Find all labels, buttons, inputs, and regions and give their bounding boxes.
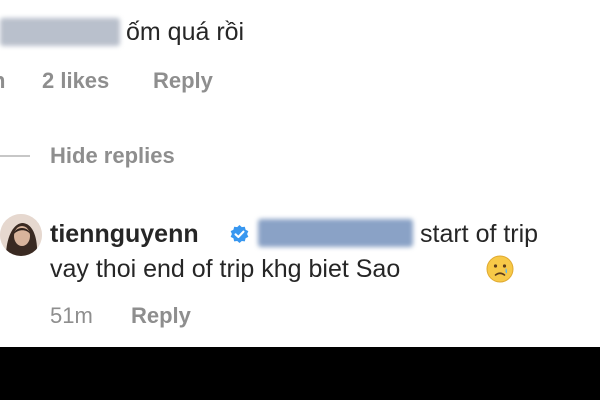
- blurred-username-mention[interactable]: [0, 18, 120, 46]
- comment-text: ốm quá rồi: [126, 18, 245, 46]
- comment-timestamp: h: [0, 68, 5, 94]
- reply-button[interactable]: Reply: [131, 303, 191, 329]
- blurred-mention-link[interactable]: [258, 219, 413, 247]
- hide-replies-button[interactable]: Hide replies: [50, 143, 175, 169]
- avatar-image: [0, 214, 42, 256]
- verified-badge-icon: [230, 225, 249, 244]
- crying-face-emoji-icon: [486, 255, 514, 283]
- reply-text-line-2: vay thoi end of trip khg biet Sao: [50, 255, 401, 283]
- hide-replies-divider: [0, 155, 30, 157]
- reply-timestamp: 51m: [50, 303, 93, 328]
- username-link[interactable]: tiennguyenn: [50, 220, 199, 249]
- reply-text-line-1: start of trip: [420, 220, 539, 248]
- bottom-black-bar: [0, 347, 600, 400]
- reply-button[interactable]: Reply: [153, 68, 213, 94]
- avatar[interactable]: [0, 214, 42, 256]
- comment-likes-count[interactable]: 2 likes: [42, 68, 109, 94]
